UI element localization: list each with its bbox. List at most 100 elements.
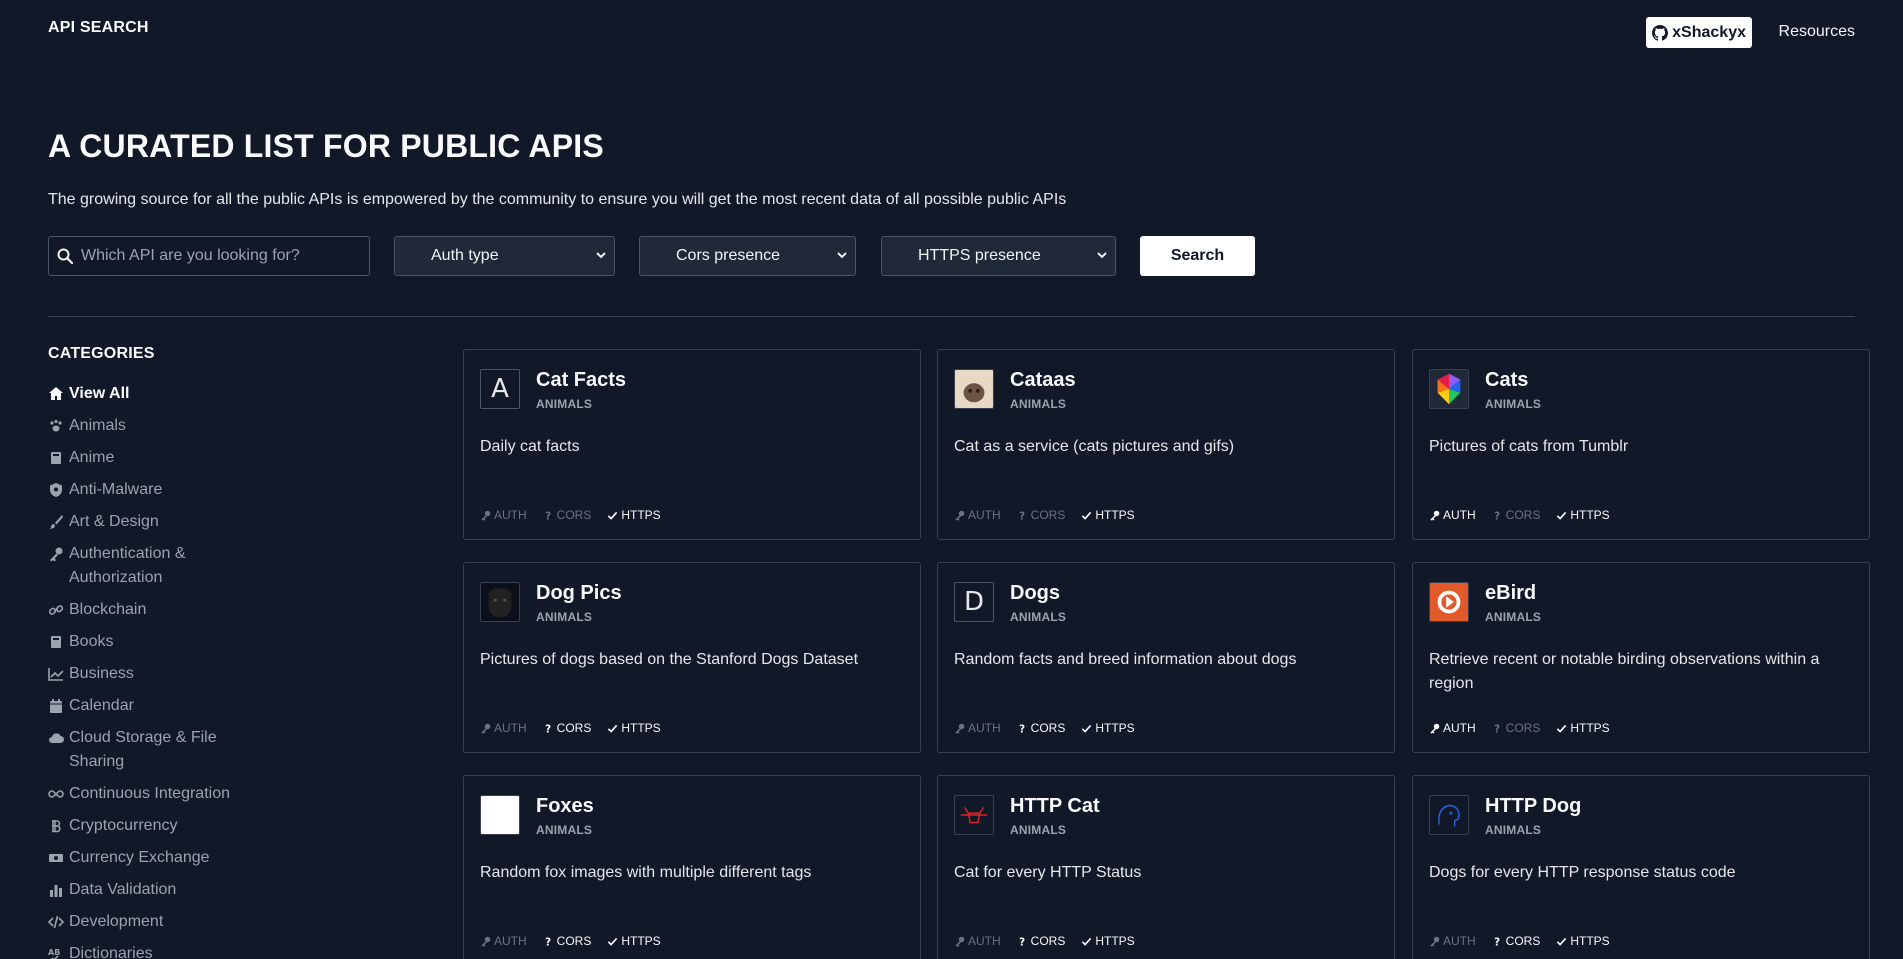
api-name[interactable]: Cataas — [1010, 369, 1076, 392]
categories-list: View All Animals Anime Anti-Malware Art & De… — [47, 382, 268, 959]
resources-link[interactable]: Resources — [1779, 23, 1855, 41]
api-card[interactable]: Cats ANIMALS Pictures of cats from Tumblr A… — [1412, 349, 1870, 540]
key-icon — [1429, 936, 1440, 947]
category-label: Currency Exchange — [69, 849, 210, 866]
svg-text:?: ? — [545, 723, 551, 733]
brand-logo-text[interactable]: API SEARCH — [48, 19, 149, 37]
auth-tag-label: AUTH — [968, 721, 1001, 735]
category-item-continuous-integration[interactable]: Continuous Integration — [48, 782, 268, 806]
category-item-data-validation[interactable]: Data Validation — [48, 878, 268, 902]
api-tags: AUTH? CORS HTTPS — [954, 934, 1135, 948]
category-item-business[interactable]: Business — [48, 662, 268, 686]
api-card[interactable]: Dog Pics ANIMALS Pictures of dogs based on… — [463, 562, 921, 753]
question-icon: ? — [1017, 510, 1028, 520]
category-item-books[interactable]: Books — [48, 630, 268, 654]
api-card[interactable]: HTTP Cat ANIMALS Cat for every HTTP Status… — [937, 775, 1395, 959]
key-icon — [480, 936, 491, 947]
cors-tag-label: CORS — [1030, 721, 1066, 735]
https-tag-label: HTTPS — [621, 721, 661, 735]
category-label: Dictionaries — [69, 945, 153, 959]
api-card[interactable]: D Dogs ANIMALS Random facts and breed infor… — [937, 562, 1395, 753]
api-name[interactable]: Foxes — [536, 795, 594, 818]
category-label: Cloud Storage & File Sharing — [69, 729, 217, 770]
question-icon: ? — [1492, 936, 1503, 946]
chevron-down-icon — [1097, 252, 1107, 259]
link-icon — [48, 598, 64, 622]
section-divider — [48, 316, 1855, 317]
auth-tag: AUTH — [1429, 721, 1476, 735]
api-card[interactable]: A Cat Facts ANIMALS Daily cat facts AUTH? COR… — [463, 349, 921, 540]
category-item-art-design[interactable]: Art & Design — [48, 510, 268, 534]
api-name[interactable]: Dog Pics — [536, 582, 622, 605]
svg-text:?: ? — [1494, 510, 1500, 520]
category-item-calendar[interactable]: Calendar — [48, 694, 268, 718]
github-icon — [1652, 24, 1669, 41]
category-item-view-all[interactable]: View All — [48, 382, 268, 406]
category-label: Business — [69, 665, 134, 682]
search-input[interactable] — [81, 247, 341, 265]
github-button[interactable]: xShackyx — [1646, 17, 1752, 48]
category-item-blockchain[interactable]: Blockchain — [48, 598, 268, 622]
api-card[interactable]: Foxes ANIMALS Random fox images with multi… — [463, 775, 921, 959]
category-item-animals[interactable]: Animals — [48, 414, 268, 438]
https-tag-label: HTTPS — [1095, 721, 1135, 735]
api-tags: AUTH? CORS HTTPS — [480, 934, 661, 948]
api-logo: A — [480, 369, 520, 409]
api-name[interactable]: eBird — [1485, 582, 1536, 605]
https-tag: HTTPS — [1081, 508, 1135, 522]
calendar-icon — [48, 694, 64, 718]
category-item-development[interactable]: Development — [47, 910, 268, 934]
svg-text:AB: AB — [48, 948, 60, 957]
category-item-cryptocurrency[interactable]: Cryptocurrency — [48, 814, 268, 838]
question-icon: ? — [1492, 510, 1503, 520]
api-category: ANIMALS — [536, 397, 593, 411]
api-name[interactable]: HTTP Dog — [1485, 795, 1581, 818]
chart-icon — [48, 662, 64, 686]
cors-presence-select[interactable]: Cors presence — [639, 236, 856, 276]
https-presence-select[interactable]: HTTPS presence — [881, 236, 1116, 276]
api-card[interactable]: Cataas ANIMALS Cat as a service (cats pict… — [937, 349, 1395, 540]
api-name[interactable]: HTTP Cat — [1010, 795, 1100, 818]
api-card[interactable]: eBird ANIMALS Retrieve recent or notable b… — [1412, 562, 1870, 753]
svg-text:?: ? — [545, 936, 551, 946]
check-icon — [1556, 723, 1567, 734]
https-tag-label: HTTPS — [621, 934, 661, 948]
search-field[interactable] — [48, 236, 370, 276]
category-label: Calendar — [69, 697, 134, 714]
category-item-anime[interactable]: Anime — [48, 446, 268, 470]
category-item-currency-exchange[interactable]: Currency Exchange — [48, 846, 268, 870]
cors-tag-label: CORS — [556, 721, 592, 735]
question-icon: ? — [1492, 723, 1503, 733]
category-item-authentication-authorization[interactable]: Authentication & Authorization — [48, 542, 268, 590]
cors-tag: ? CORS — [1492, 721, 1541, 735]
api-description: Daily cat facts — [480, 438, 580, 455]
check-icon — [1081, 510, 1092, 521]
category-item-dictionaries[interactable]: AB Dictionaries — [48, 942, 268, 959]
api-category: ANIMALS — [1485, 397, 1542, 411]
category-label: Data Validation — [69, 881, 177, 898]
https-tag: HTTPS — [607, 508, 661, 522]
category-item-anti-malware[interactable]: Anti-Malware — [48, 478, 268, 502]
api-description: Random fox images with multiple differen… — [480, 864, 812, 881]
svg-text:?: ? — [1019, 723, 1025, 733]
cors-tag: ? CORS — [1017, 934, 1066, 948]
api-description: Dogs for every HTTP response status code — [1429, 864, 1736, 881]
shield-icon — [48, 478, 64, 502]
auth-tag-label: AUTH — [1443, 934, 1476, 948]
api-name[interactable]: Dogs — [1010, 582, 1060, 605]
cors-tag: ? CORS — [543, 721, 592, 735]
code-icon — [47, 910, 65, 934]
https-tag-label: HTTPS — [621, 508, 661, 522]
api-logo — [1429, 795, 1469, 835]
search-button[interactable]: Search — [1140, 236, 1255, 276]
key-icon — [480, 510, 491, 521]
check-icon — [607, 723, 618, 734]
category-item-cloud-storage-file-sharing[interactable]: Cloud Storage & File Sharing — [48, 726, 268, 774]
api-name[interactable]: Cats — [1485, 369, 1528, 392]
https-tag-label: HTTPS — [1570, 508, 1610, 522]
auth-type-select[interactable]: Auth type — [394, 236, 615, 276]
api-card[interactable]: HTTP Dog ANIMALS Dogs for every HTTP respo… — [1412, 775, 1870, 959]
api-name[interactable]: Cat Facts — [536, 369, 626, 392]
book-icon — [48, 446, 64, 470]
auth-tag-label: AUTH — [494, 934, 527, 948]
